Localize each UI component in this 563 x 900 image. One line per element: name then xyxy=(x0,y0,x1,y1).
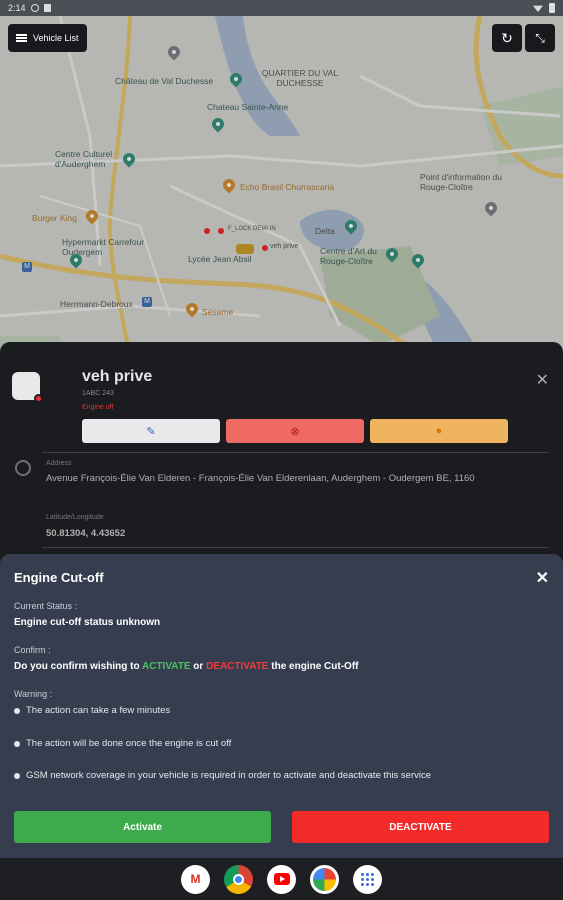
sim-icon xyxy=(43,4,51,12)
bullet-icon xyxy=(14,772,20,779)
bullet-icon xyxy=(14,707,20,714)
vehicle-list-label: Vehicle List xyxy=(33,33,79,43)
engine-cutoff-button[interactable]: ⊗ xyxy=(226,419,364,443)
gmail-app-icon[interactable]: M xyxy=(181,864,210,894)
warning-text: The action will be done once the engine … xyxy=(26,738,232,749)
bullet-icon xyxy=(14,740,20,747)
warning-item: GSM network coverage in your vehicle is … xyxy=(14,770,431,781)
confirm-deactivate-word: DEACTIVATE xyxy=(206,661,269,672)
confirm-suffix: the engine Cut-Off xyxy=(271,661,359,672)
confirm-prefix: Do you confirm wishing to xyxy=(14,661,140,672)
vehicle-plate: 1ABC 243 xyxy=(82,390,114,397)
status-dot xyxy=(34,394,43,403)
engine-cutoff-modal: Engine Cut-off ✕ Current Status : Engine… xyxy=(0,554,563,858)
divider xyxy=(42,452,549,453)
vehicle-detail-sheet: veh prive 1ABC 243 Engine off ✕ ✎ ⊗ ● Ad… xyxy=(0,342,563,562)
wifi-icon xyxy=(533,5,543,12)
engine-status: Engine off xyxy=(82,404,114,411)
modal-title: Engine Cut-off xyxy=(14,570,104,585)
address-label: Address xyxy=(46,460,72,467)
warning-item: The action can take a few minutes xyxy=(14,705,170,716)
close-icon[interactable]: ✕ xyxy=(536,568,549,588)
route-icon: ⤡ xyxy=(535,30,545,45)
lights-button[interactable]: ● xyxy=(370,419,508,443)
vehicle-list-button[interactable]: Vehicle List xyxy=(8,24,87,52)
refresh-button[interactable]: ↻ xyxy=(492,24,522,52)
battery-icon xyxy=(549,3,555,13)
youtube-app-icon[interactable] xyxy=(267,864,296,894)
stop-icon: ⊗ xyxy=(290,425,300,438)
location-icon xyxy=(15,460,31,476)
apps-grid-icon[interactable] xyxy=(353,864,382,894)
vehicle-avatar xyxy=(12,372,43,403)
chrome-app-icon[interactable] xyxy=(224,864,253,894)
address-value: Avenue François-Élie Van Elderen - Franç… xyxy=(46,473,475,484)
confirm-or: or xyxy=(193,661,204,672)
status-bar: 2:14 xyxy=(0,0,563,16)
notification-icon xyxy=(30,4,39,12)
confirm-activate-word: ACTIVATE xyxy=(141,661,191,672)
current-status-label: Current Status : xyxy=(14,601,78,611)
sun-icon: ● xyxy=(435,425,443,437)
coords-label: Latitude/Longitude xyxy=(46,514,104,521)
coords-value: 50.81304, 4.43652 xyxy=(46,528,126,539)
warning-label: Warning : xyxy=(14,689,53,699)
activate-button[interactable]: Activate xyxy=(14,811,271,843)
status-time: 2:14 xyxy=(8,3,26,13)
photos-app-icon[interactable] xyxy=(310,864,339,894)
deactivate-button[interactable]: DEACTIVATE xyxy=(292,811,549,843)
divider xyxy=(42,547,549,548)
route-button[interactable]: ⤡ xyxy=(525,24,555,52)
edit-button[interactable]: ✎ xyxy=(82,419,220,443)
warning-text: GSM network coverage in your vehicle is … xyxy=(26,770,432,781)
pencil-icon: ✎ xyxy=(146,425,156,438)
confirm-text: Do you confirm wishing to ACTIVATE or DE… xyxy=(14,661,358,672)
close-icon[interactable]: ✕ xyxy=(536,370,549,390)
current-status-value: Engine cut-off status unknown xyxy=(14,617,161,628)
vehicle-name: veh prive xyxy=(82,368,153,385)
refresh-icon: ↻ xyxy=(501,29,513,46)
warning-item: The action will be done once the engine … xyxy=(14,738,231,749)
warning-text: The action can take a few minutes xyxy=(26,705,171,716)
menu-icon xyxy=(16,34,27,42)
confirm-label: Confirm : xyxy=(14,645,51,655)
app-dock: M xyxy=(0,858,563,900)
app-screen: 2:14 Château de Val Duchesse QUARTIER DU… xyxy=(0,0,563,900)
